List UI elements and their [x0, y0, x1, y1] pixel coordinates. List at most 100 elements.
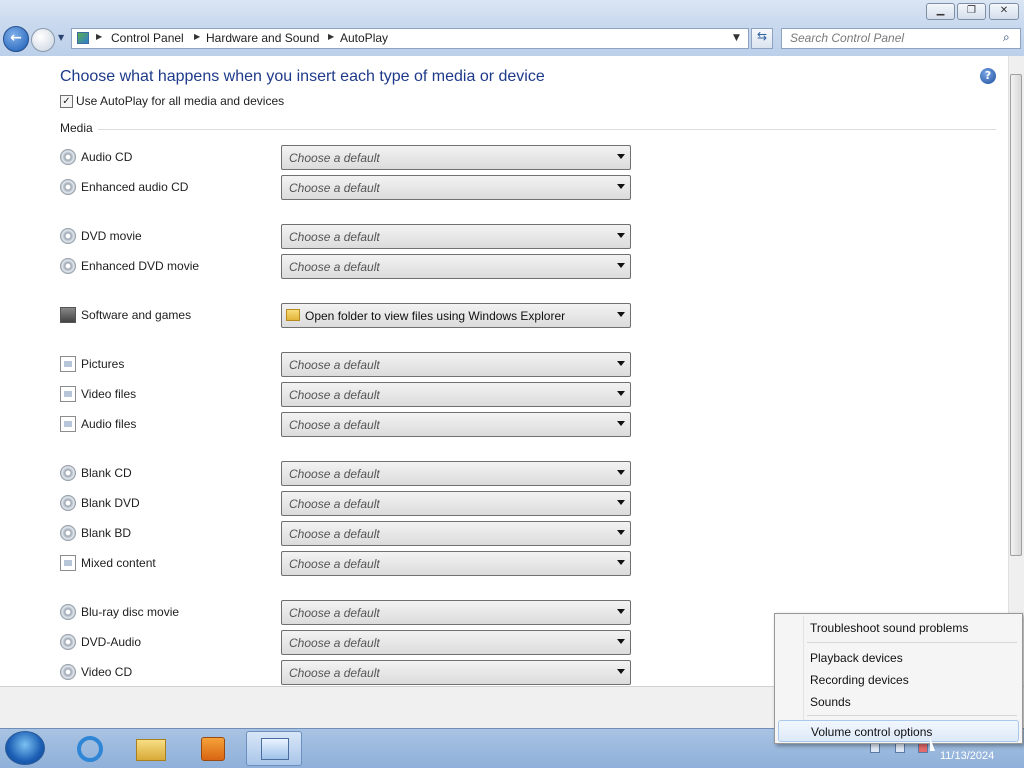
menu-item-recording-devices[interactable]: Recording devices — [778, 668, 1019, 690]
help-icon[interactable]: ? — [980, 68, 996, 84]
menu-item-sounds[interactable]: Sounds — [778, 690, 1019, 712]
autoplay-checkbox-label[interactable]: Use AutoPlay for all media and devices — [76, 94, 284, 108]
pictures-dropdown[interactable]: Choose a default — [281, 352, 631, 377]
restore-button[interactable]: ❐ — [957, 3, 986, 20]
dvd-audio-icon — [60, 634, 76, 650]
bluray-disc-movie-dropdown[interactable]: Choose a default — [281, 600, 631, 625]
breadcrumb-separator-icon[interactable]: ▶ — [328, 32, 334, 41]
address-dropdown-icon[interactable]: ▼ — [733, 33, 740, 43]
row-label-blank-bd: Blank BD — [81, 526, 132, 540]
row-label-pictures: Pictures — [81, 357, 125, 371]
video-cd-dropdown[interactable]: Choose a default — [281, 660, 631, 685]
dropdown-value: Choose a default — [289, 418, 380, 432]
chevron-down-icon — [617, 530, 625, 535]
dropdown-value: Open folder to view files using Windows … — [305, 309, 566, 323]
flag-icon[interactable] — [870, 743, 880, 753]
blank-bd-dropdown[interactable]: Choose a default — [281, 521, 631, 546]
recent-pages-dropdown-icon[interactable]: ▼ — [58, 33, 64, 42]
dvd-movie-dropdown[interactable]: Choose a default — [281, 224, 631, 249]
chevron-down-icon — [617, 233, 625, 238]
page-title: Choose what happens when you insert each… — [60, 68, 545, 85]
row-label-blank-dvd: Blank DVD — [81, 496, 140, 510]
software-and-games-dropdown[interactable]: Open folder to view files using Windows … — [281, 303, 631, 328]
scrollbar-thumb[interactable] — [1010, 74, 1022, 556]
breadcrumb-control-panel[interactable]: Control Panel — [111, 31, 184, 45]
dropdown-value: Choose a default — [289, 181, 380, 195]
internet-explorer-icon — [77, 736, 103, 762]
dropdown-value: Choose a default — [289, 260, 380, 274]
dropdown-value: Choose a default — [289, 666, 380, 680]
dropdown-value: Choose a default — [289, 527, 380, 541]
mouse-cursor-icon — [930, 737, 935, 751]
dropdown-value: Choose a default — [289, 230, 380, 244]
breadcrumb-separator-icon[interactable]: ▶ — [96, 32, 102, 41]
row-label-software-and-games: Software and games — [81, 308, 192, 322]
autoplay-checkbox[interactable]: ✓ — [60, 95, 73, 108]
blank-cd-icon — [60, 465, 76, 481]
taskbar-windows-explorer[interactable] — [124, 731, 180, 766]
video-files-dropdown[interactable]: Choose a default — [281, 382, 631, 407]
mixed-content-dropdown[interactable]: Choose a default — [281, 551, 631, 576]
bluray-icon — [60, 604, 76, 620]
blank-cd-dropdown[interactable]: Choose a default — [281, 461, 631, 486]
minimize-icon: ▁ — [936, 5, 945, 16]
blank-dvd-icon — [60, 495, 76, 511]
dvd-audio-dropdown[interactable]: Choose a default — [281, 630, 631, 655]
close-button[interactable]: ✕ — [989, 3, 1019, 20]
chevron-down-icon — [617, 470, 625, 475]
chevron-down-icon — [617, 184, 625, 189]
taskbar-internet-explorer[interactable] — [62, 731, 118, 766]
breadcrumb-separator-icon[interactable]: ▶ — [194, 32, 200, 41]
pictures-icon — [60, 356, 76, 372]
blank-dvd-dropdown[interactable]: Choose a default — [281, 491, 631, 516]
chevron-down-icon — [617, 639, 625, 644]
enhanced-dvd-movie-dropdown[interactable]: Choose a default — [281, 254, 631, 279]
search-icon[interactable]: ⌕ — [1003, 30, 1010, 45]
row-label-video-files: Video files — [81, 387, 137, 401]
row-label-dvd-audio: DVD-Audio — [81, 635, 142, 649]
chevron-down-icon — [617, 391, 625, 396]
breadcrumb-autoplay[interactable]: AutoPlay — [340, 31, 388, 45]
taskbar-control-panel[interactable] — [246, 731, 302, 766]
menu-item-troubleshoot[interactable]: Troubleshoot sound problems — [778, 616, 1019, 638]
back-button[interactable]: ← — [3, 26, 29, 52]
audio-files-dropdown[interactable]: Choose a default — [281, 412, 631, 437]
dropdown-value: Choose a default — [289, 388, 380, 402]
row-label-mixed-content: Mixed content — [81, 556, 156, 570]
start-button[interactable] — [5, 731, 45, 765]
row-label-enhanced-audio-cd: Enhanced audio CD — [81, 180, 189, 194]
volume-context-menu: Troubleshoot sound problems Playback dev… — [774, 613, 1023, 744]
dropdown-value: Choose a default — [289, 557, 380, 571]
enhanced-audio-cd-dropdown[interactable]: Choose a default — [281, 175, 631, 200]
menu-item-volume-control-options[interactable]: Volume control options — [778, 720, 1019, 742]
taskbar-media-player[interactable] — [186, 731, 242, 766]
row-label-enhanced-dvd-movie: Enhanced DVD movie — [81, 259, 200, 273]
address-bar[interactable]: ▶ Control Panel ▶ Hardware and Sound ▶ A… — [71, 28, 749, 49]
blank-bd-icon — [60, 525, 76, 541]
audio-cd-icon — [60, 149, 76, 165]
row-label-blank-cd: Blank CD — [81, 466, 132, 480]
menu-separator — [807, 642, 1017, 643]
menu-item-playback-devices[interactable]: Playback devices — [778, 646, 1019, 668]
mixed-content-icon — [60, 555, 76, 571]
search-input[interactable]: Search Control Panel — [781, 28, 1021, 49]
breadcrumb-hardware-and-sound[interactable]: Hardware and Sound — [206, 31, 319, 45]
dropdown-value: Choose a default — [289, 606, 380, 620]
software-games-icon — [60, 307, 76, 323]
close-icon: ✕ — [999, 5, 1009, 16]
chevron-down-icon — [617, 361, 625, 366]
control-panel-icon — [261, 738, 289, 760]
dvd-movie-icon — [60, 228, 76, 244]
forward-button[interactable] — [31, 28, 55, 52]
audio-cd-dropdown[interactable]: Choose a default — [281, 145, 631, 170]
chevron-down-icon — [617, 669, 625, 674]
row-label-video-cd: Video CD — [81, 665, 133, 679]
network-icon[interactable] — [895, 743, 905, 753]
volume-icon[interactable] — [918, 743, 928, 753]
dropdown-value: Choose a default — [289, 467, 380, 481]
minimize-button[interactable]: ▁ — [926, 3, 955, 20]
refresh-button[interactable]: ⇆ — [751, 28, 773, 49]
section-divider — [98, 129, 996, 130]
windows-explorer-icon — [136, 739, 166, 761]
clock-date[interactable]: 11/13/2024 — [940, 750, 994, 762]
